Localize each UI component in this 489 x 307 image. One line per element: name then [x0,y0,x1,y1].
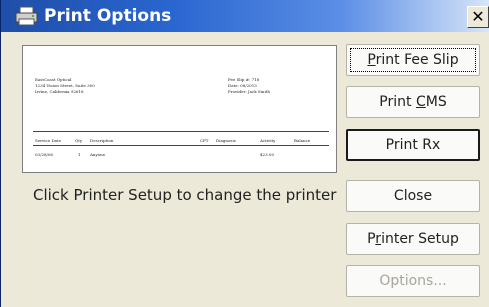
options-button[interactable]: Options... [346,265,480,297]
button-label: inter Setup [381,231,459,247]
close-icon: ✕ [471,7,485,26]
button-label: rint Fee Slip [375,52,459,68]
table-cell: 1 [78,152,81,157]
print-options-dialog: Print Options ✕ EastCoast Optical 1234 V… [0,0,489,307]
printer-setup-button[interactable]: Printer Setup [346,223,480,255]
button-label: MS [425,94,447,110]
button-label: Print Rx [385,137,441,153]
printer-icon [15,6,38,26]
column-header: Diagnosis [216,138,236,143]
button-accelerator: C [415,94,426,110]
print-cms-button[interactable]: Print CMS [346,86,480,118]
table-cell: 03/28/06 [35,152,53,157]
column-header: Service Date [35,138,62,143]
window-title: Print Options [44,6,172,26]
fee-slip-provider: Provider: Jack Smith [228,89,270,94]
printer-hint-text: Click Printer Setup to change the printe… [33,186,337,204]
table-cell: $23.00 [260,152,274,157]
column-header: Balance [294,138,311,143]
fee-slip-date: Date: 08/2013 [228,83,257,88]
button-label: Options... [379,273,447,289]
fee-slip-number: Fee Slip #: 718 [228,77,260,82]
print-rx-button[interactable]: Print Rx [346,129,480,161]
fee-slip-preview: EastCoast Optical 1234 Vision Street, Su… [22,45,337,173]
column-header: Activity [260,138,276,143]
column-header: CPT [200,138,209,143]
practice-address: 1234 Vision Street, Suite 300 [35,83,95,88]
button-accelerator: P [367,52,376,68]
column-header: Qty [75,138,83,143]
divider [33,145,329,146]
button-label: Close [393,188,433,204]
table-cell: Anyone [90,152,106,157]
divider [33,131,329,132]
button-label: Print [379,94,416,110]
column-header: Description [90,138,114,143]
close-window-button[interactable]: ✕ [467,6,489,28]
close-button[interactable]: Close [346,180,480,212]
practice-name: EastCoast Optical [35,77,72,82]
title-bar[interactable]: Print Options ✕ [1,0,489,32]
practice-city: Irvine, California 92618 [35,89,84,94]
print-fee-slip-button[interactable]: Print Fee Slip [346,44,480,76]
